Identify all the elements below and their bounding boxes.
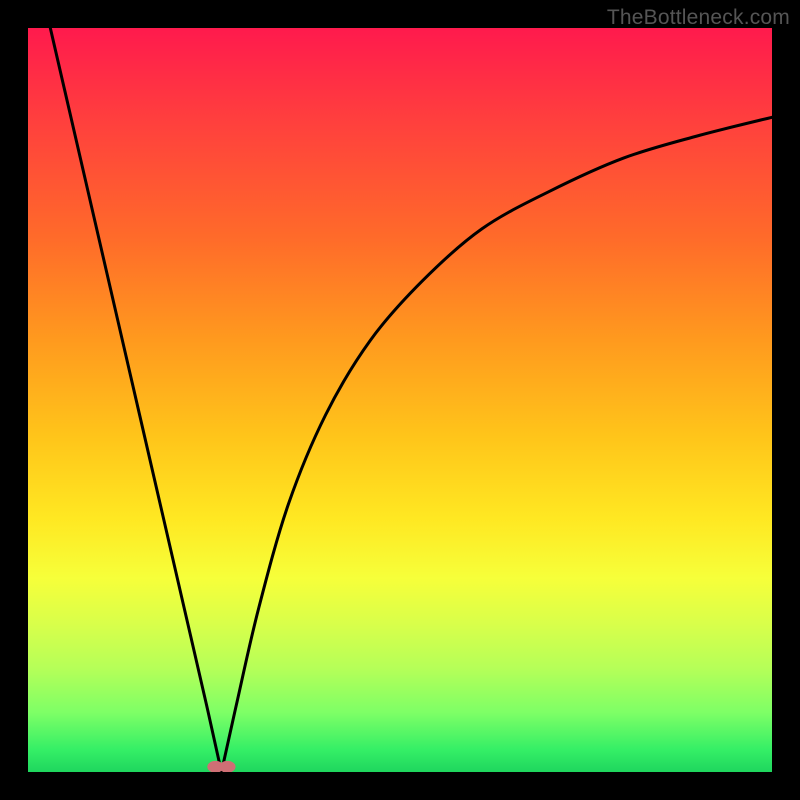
watermark-label: TheBottleneck.com xyxy=(607,6,790,30)
curve-layer xyxy=(28,28,772,772)
vertex-marker xyxy=(219,761,235,772)
curve-left-branch xyxy=(50,28,221,772)
plot-area xyxy=(28,28,772,772)
curve-right-branch xyxy=(221,117,772,772)
chart-frame: TheBottleneck.com xyxy=(0,0,800,800)
vertex-markers xyxy=(207,761,235,772)
